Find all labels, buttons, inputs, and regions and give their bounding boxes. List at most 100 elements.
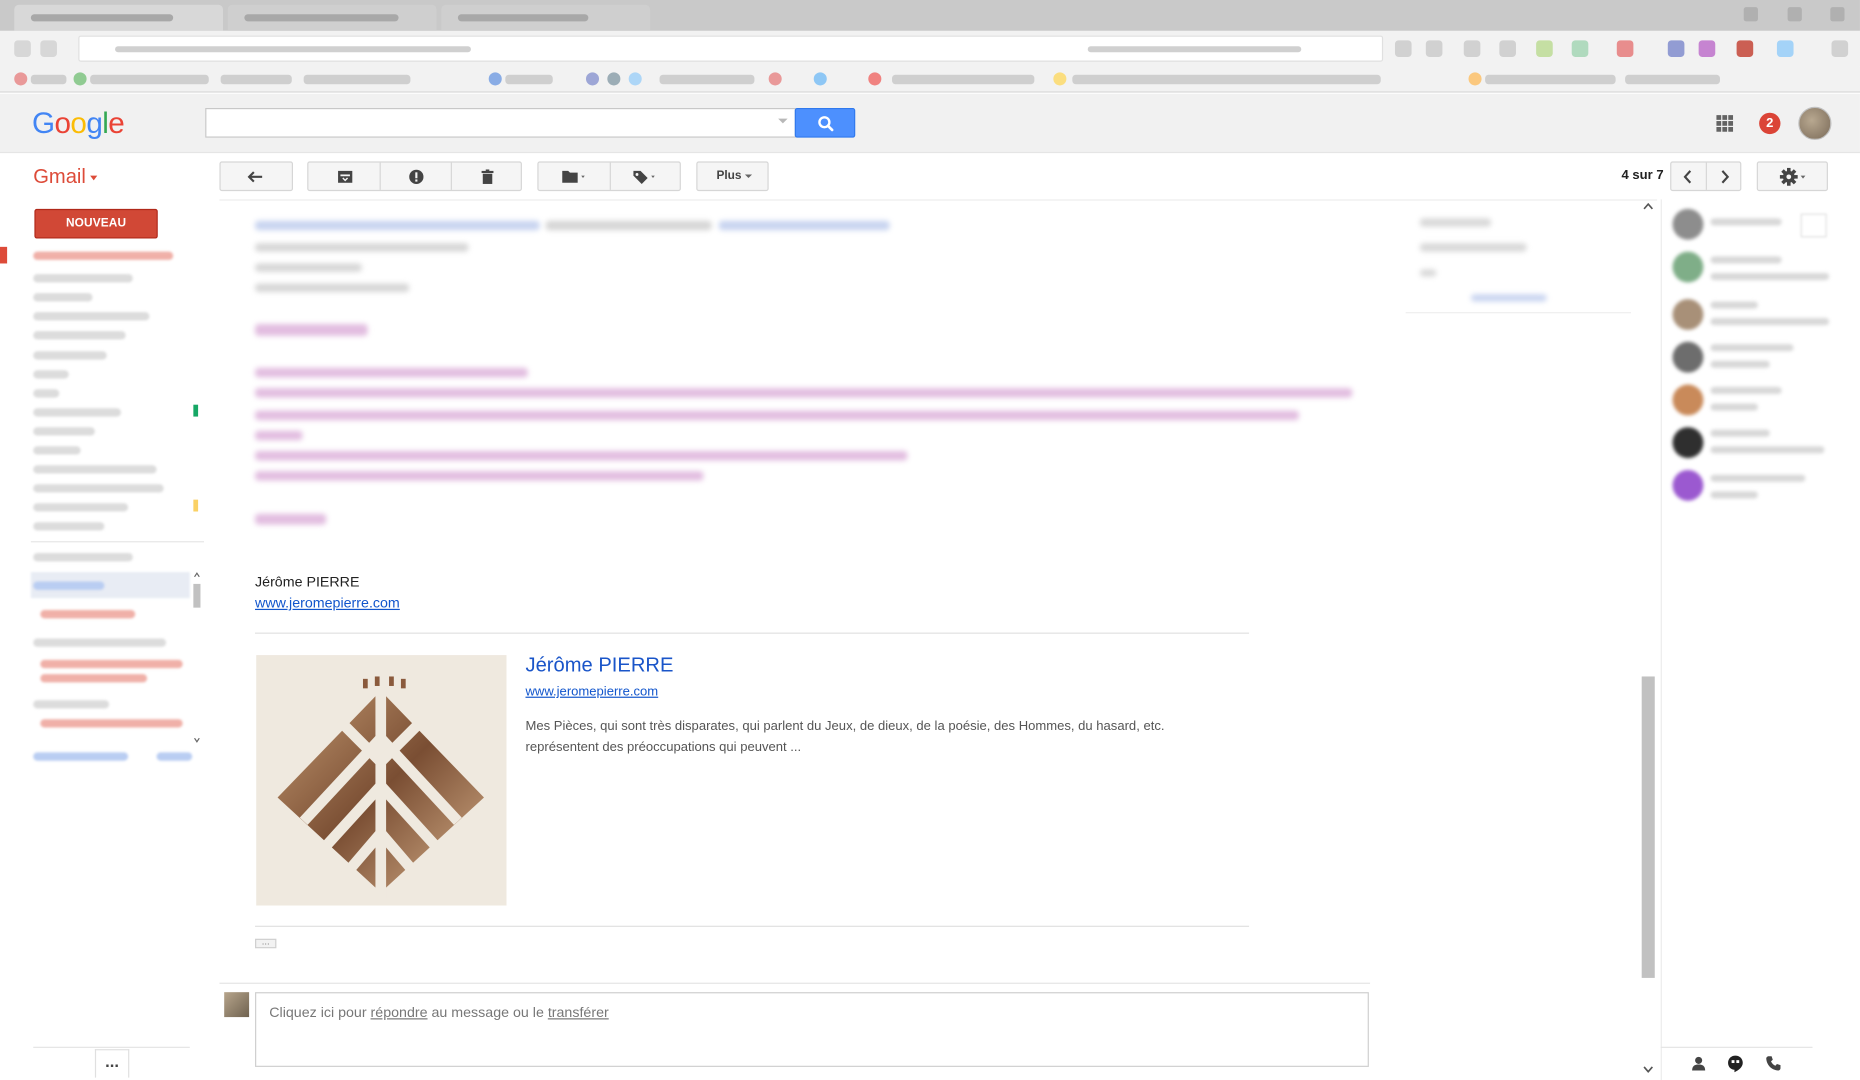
browser-tab[interactable] [14,4,224,31]
search-button[interactable] [794,107,856,138]
newer-button[interactable] [1671,163,1705,190]
contact-avatar[interactable] [1672,251,1704,283]
nav-item[interactable] [40,719,183,728]
nav-item[interactable] [33,446,81,455]
gmail-switcher[interactable]: Gmail [33,165,98,189]
link-preview-url[interactable]: www.jeromepierre.com [525,685,658,699]
nav-item[interactable] [40,659,183,669]
scroll-up-icon[interactable] [1643,202,1654,210]
archive-button[interactable] [308,163,379,190]
older-button[interactable] [1707,163,1741,190]
extension-icon[interactable] [1698,40,1716,57]
contact-avatar[interactable] [1672,208,1704,240]
nav-item[interactable] [40,610,136,619]
bookmark-item[interactable] [90,74,209,85]
close-icon[interactable] [1830,7,1845,22]
extension-icon[interactable] [1499,40,1516,57]
bookmark-item[interactable] [1072,74,1381,85]
move-to-button[interactable] [539,163,610,190]
nav-item[interactable] [40,674,148,683]
extension-icon[interactable] [1536,40,1553,57]
nav-item[interactable] [33,700,110,709]
scroll-thumb[interactable] [1641,676,1655,978]
nav-item[interactable] [33,408,121,417]
extension-icon[interactable] [1571,40,1589,57]
search-options-chevron-icon[interactable] [778,118,788,124]
nav-item[interactable] [33,465,157,474]
reply-link[interactable]: répondre [371,1004,428,1021]
message-scrollbar[interactable] [1639,199,1656,1080]
compose-button[interactable]: NOUVEAU MESSAGE [34,208,158,258]
labels-button[interactable] [611,163,681,190]
extension-icon[interactable] [1616,40,1634,57]
scroll-down-icon[interactable] [1643,1066,1654,1073]
chevron-left-icon [1683,170,1692,184]
bookmark-item[interactable] [1625,74,1720,85]
hangouts-icon[interactable] [1727,1055,1744,1073]
nav-item[interactable] [33,427,95,436]
extension-icon[interactable] [1463,40,1481,57]
extension-icon[interactable] [1736,40,1754,57]
url-input[interactable] [78,35,1384,62]
nav-item[interactable] [33,251,174,260]
nav-item[interactable] [156,752,193,761]
minimize-icon[interactable] [1743,7,1758,22]
nav-item[interactable] [33,312,150,321]
back-icon[interactable] [14,40,31,57]
nav-item[interactable] [33,522,105,531]
browser-tab[interactable] [227,4,437,31]
nav-item[interactable] [33,581,105,590]
more-actions-button[interactable]: Plus [696,161,769,192]
delete-button[interactable] [452,163,522,190]
nav-item[interactable] [33,638,167,647]
nav-scrollbar[interactable] [192,570,201,748]
account-avatar[interactable] [1798,106,1832,141]
nav-item[interactable] [33,351,107,360]
nav-item[interactable] [33,370,69,379]
google-logo[interactable]: Google [32,107,125,141]
signature-website-link[interactable]: www.jeromepierre.com [255,595,400,612]
browser-menu-icon[interactable] [1831,40,1849,57]
bookmark-item[interactable] [892,74,1035,85]
forward-link[interactable]: transférer [548,1004,609,1021]
show-trimmed-content-button[interactable]: ... [255,937,277,949]
extension-icon[interactable] [1425,40,1443,57]
back-button[interactable] [219,161,293,192]
search-input[interactable] [205,107,796,138]
nav-item[interactable] [33,752,129,761]
contact-avatar[interactable] [1672,469,1704,501]
link-preview-title[interactable]: Jérôme PIERRE [525,654,673,678]
nav-item[interactable] [33,389,60,398]
contact-avatar[interactable] [1672,384,1704,416]
bookmark-item[interactable] [505,74,553,85]
contact-avatar[interactable] [1672,299,1704,330]
nav-item[interactable] [33,484,164,493]
report-spam-button[interactable] [381,163,451,190]
reply-box[interactable]: Cliquez ici pour répondre au message ou … [255,992,1369,1067]
phone-icon[interactable] [1765,1055,1782,1072]
contact-avatar[interactable] [1672,427,1704,459]
browser-tab[interactable] [441,4,651,31]
person-icon[interactable] [1690,1055,1707,1072]
nav-item[interactable] [33,293,93,302]
settings-button[interactable] [1756,161,1828,192]
bookmark-item[interactable] [220,74,292,85]
bookmark-item[interactable] [30,74,67,85]
nav-item[interactable] [33,503,129,512]
notification-badge[interactable]: 2 [1759,112,1781,135]
more-options-button[interactable]: ... [94,1049,130,1078]
nav-item[interactable] [33,274,133,283]
extension-icon[interactable] [1667,40,1685,57]
bookmark-item[interactable] [659,74,755,85]
contact-avatar[interactable] [1672,341,1704,373]
hangouts-search-box[interactable] [1800,213,1827,238]
nav-item[interactable] [33,331,126,340]
extension-icon[interactable] [1776,40,1794,57]
bookmark-item[interactable] [1485,74,1616,85]
extension-icon[interactable] [1394,40,1412,57]
link-preview-artwork-image[interactable] [256,655,507,906]
bookmark-item[interactable] [303,74,411,85]
reload-icon[interactable] [40,40,57,57]
maximize-icon[interactable] [1787,7,1802,22]
apps-grid-icon[interactable] [1716,115,1734,132]
